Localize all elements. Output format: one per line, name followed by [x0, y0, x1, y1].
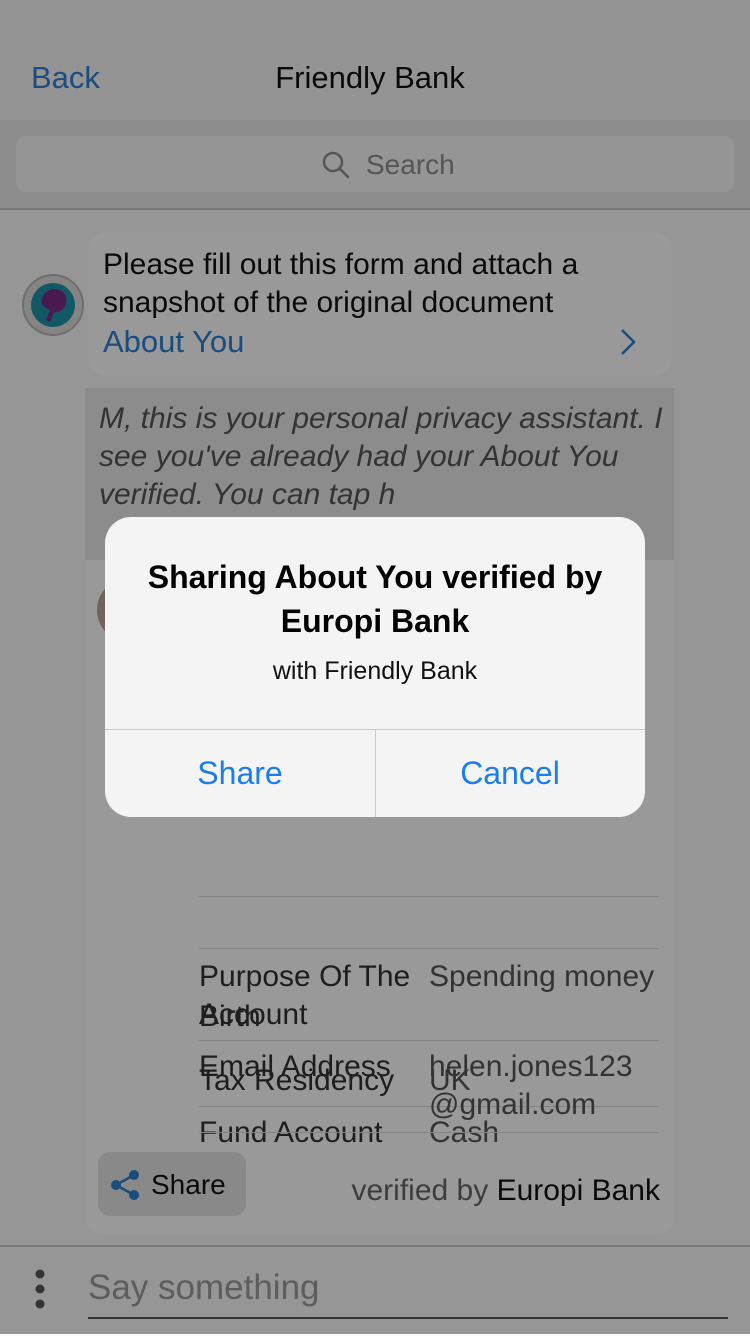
- share-confirmation-dialog: Sharing About You verified by Europi Ban…: [105, 517, 645, 817]
- dialog-title: Sharing About You verified by Europi Ban…: [147, 559, 603, 639]
- dialog-share-button[interactable]: Share: [105, 730, 375, 817]
- chat-screen: Back Friendly Bank Search Please fill ou…: [0, 0, 750, 1336]
- dialog-cancel-button[interactable]: Cancel: [375, 730, 645, 817]
- dialog-message: with Friendly Bank: [272, 657, 478, 685]
